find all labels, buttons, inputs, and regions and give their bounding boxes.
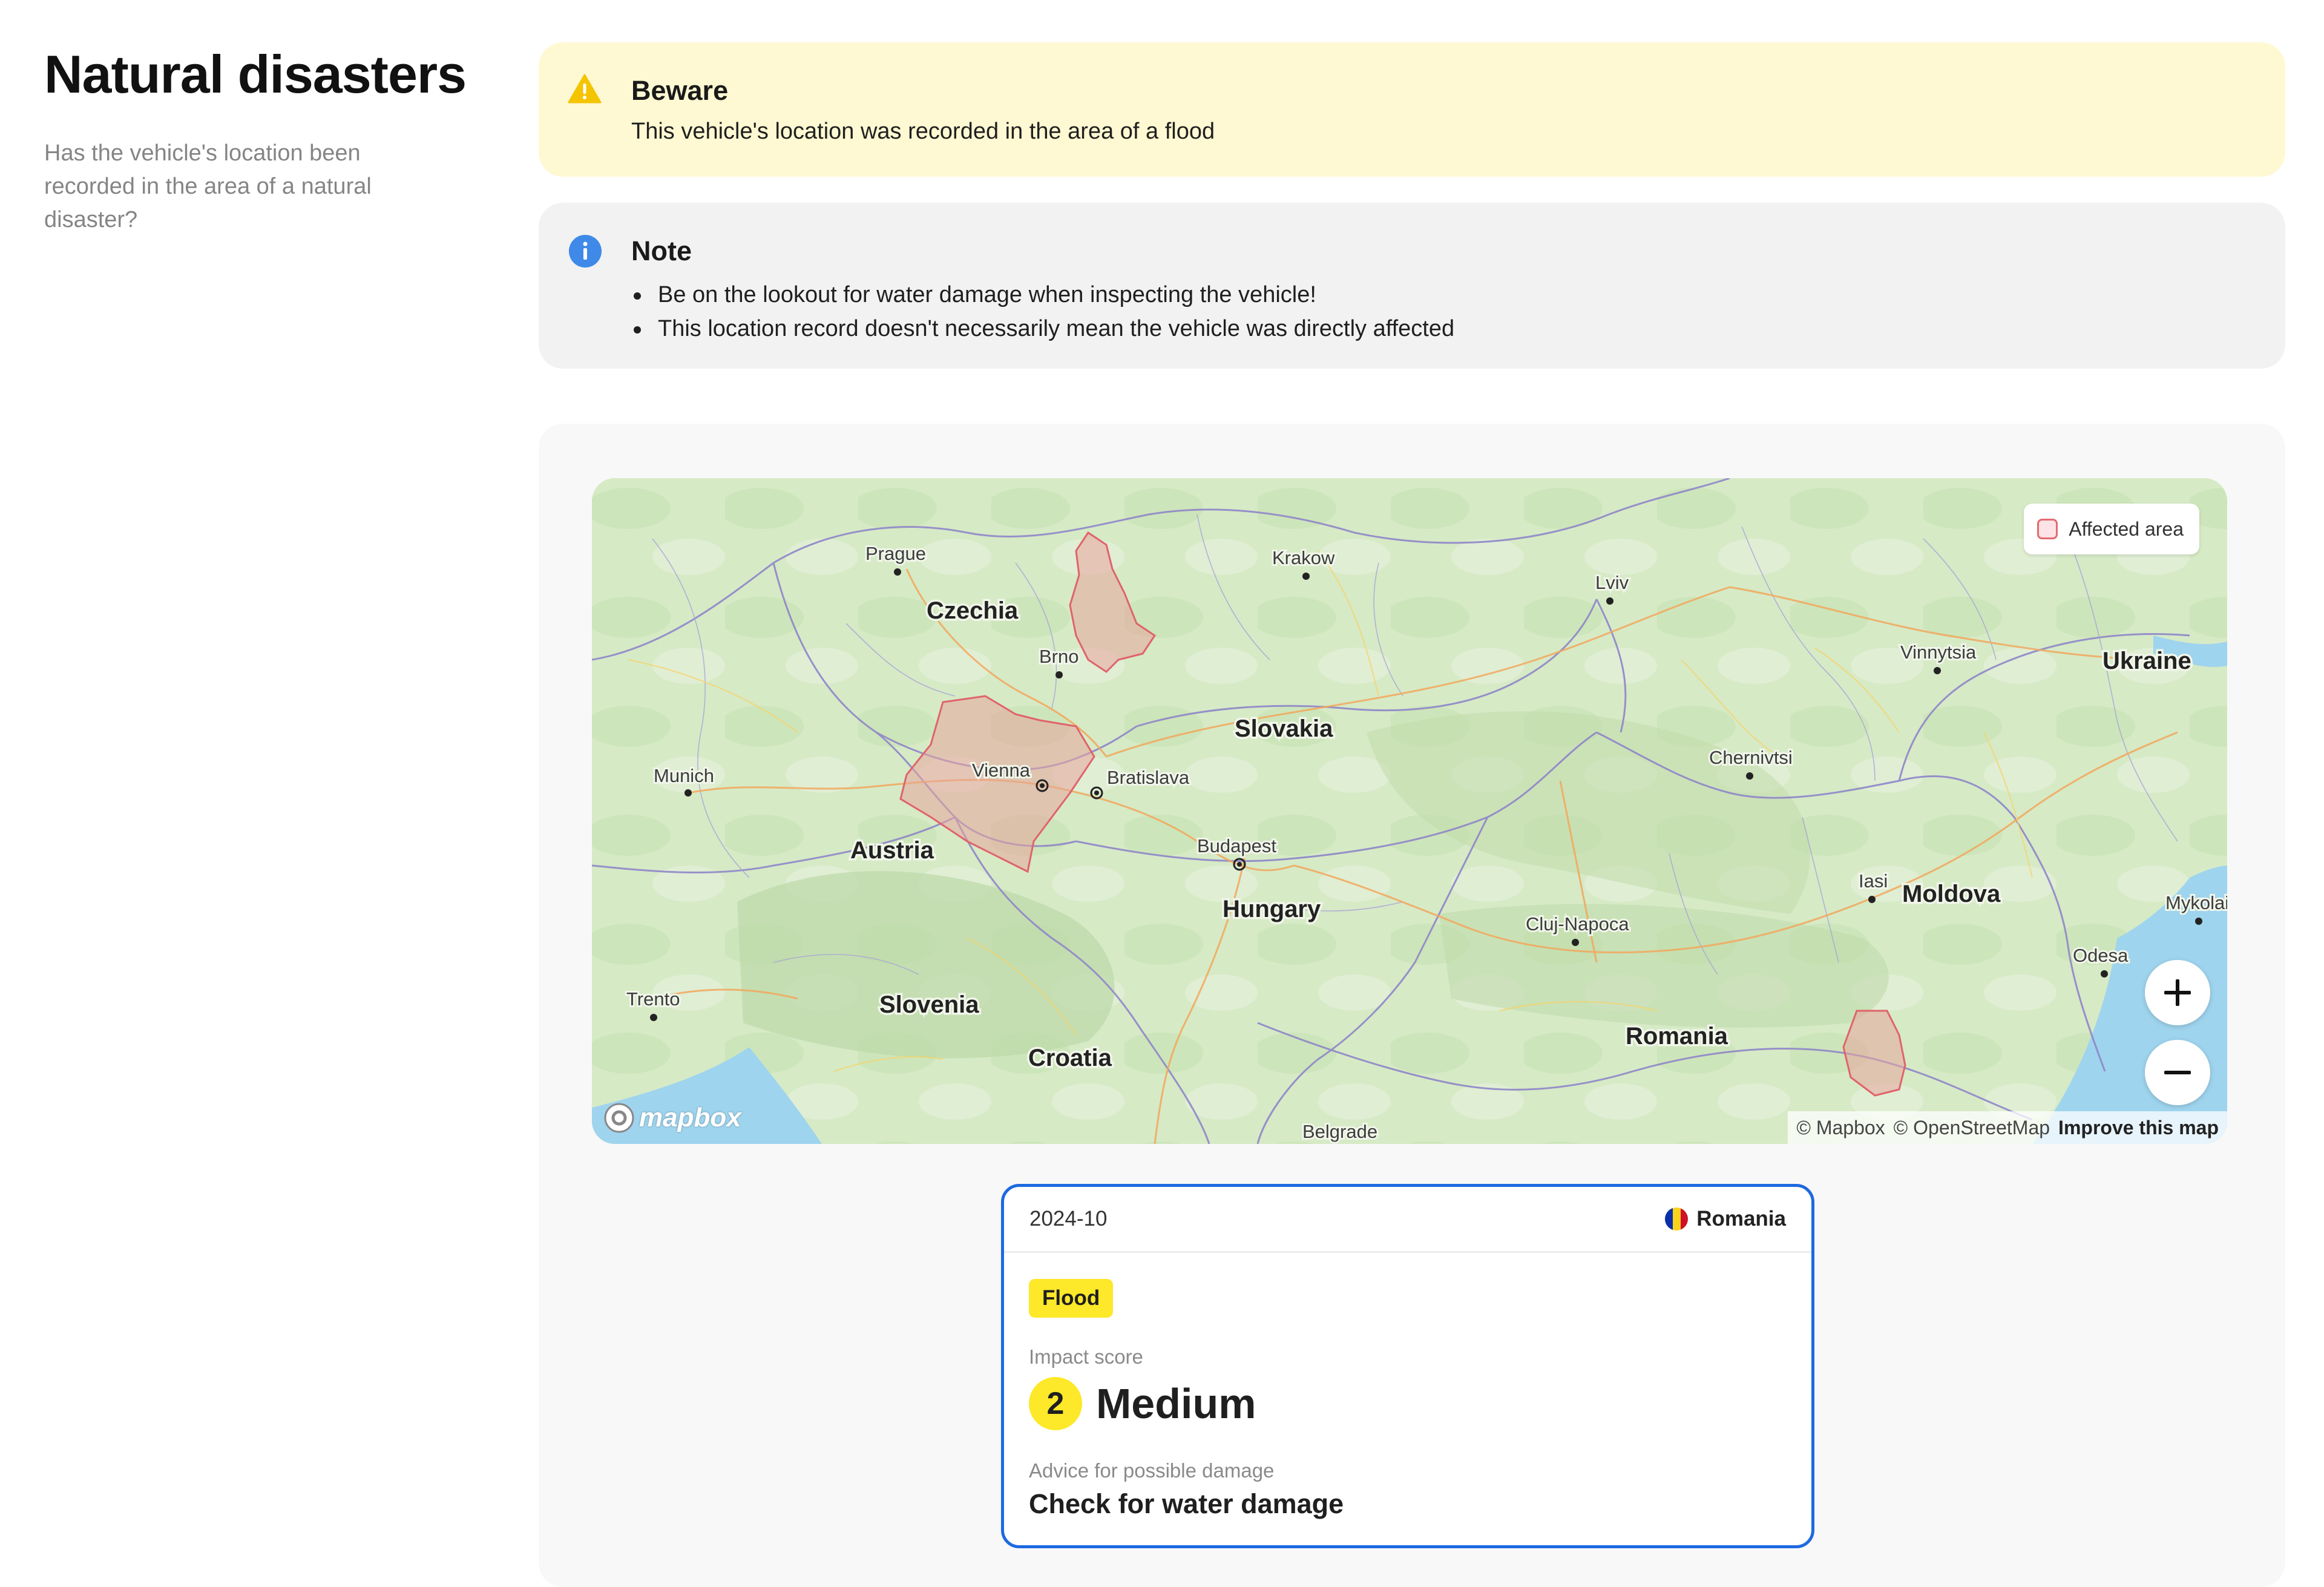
map-legend: Affected area: [2024, 504, 2199, 554]
city-label: Bratislava: [1107, 767, 1190, 788]
city-dot: [2101, 970, 2108, 978]
zoom-out-button[interactable]: [2145, 1040, 2210, 1105]
country-label: Hungary: [1223, 896, 1321, 922]
city-dot: [1094, 790, 1099, 795]
card-header: 2024-10 Romania: [1004, 1187, 1811, 1253]
info-icon: [568, 234, 602, 271]
note-title: Note: [631, 235, 692, 266]
city-label: Cluj-Napoca: [1526, 913, 1629, 935]
event-country: Romania: [1665, 1207, 1786, 1231]
romania-flag-icon: [1665, 1208, 1689, 1230]
city-label: Lviv: [1595, 572, 1629, 593]
country-label: Romania: [1626, 1023, 1728, 1050]
city-dot: [894, 568, 901, 576]
disaster-map[interactable]: Prague Krakow Lviv Brno Vinnytsia Vienna…: [592, 478, 2227, 1144]
country-label: Moldova: [1902, 881, 2001, 907]
country-label: Croatia: [1028, 1045, 1112, 1071]
city-label: Krakow: [1272, 547, 1335, 568]
country-label: Slovakia: [1235, 715, 1333, 742]
impact-score-label: Impact score: [1029, 1346, 1143, 1368]
disaster-event-card[interactable]: 2024-10 Romania Flood Impact score 2 Med…: [1001, 1184, 1814, 1548]
city-dot: [1746, 772, 1753, 780]
city-dot: [1237, 862, 1242, 867]
city-dot: [1934, 667, 1941, 674]
city-label: Mykolaiv: [2165, 892, 2227, 913]
city-label: Belgrade: [1302, 1121, 1377, 1142]
impact-score-value: 2: [1029, 1377, 1082, 1430]
minus-icon: [2164, 1071, 2191, 1074]
advice-label: Advice for possible damage: [1029, 1459, 1275, 1482]
city-dot: [1606, 597, 1613, 605]
city-label: Prague: [865, 543, 926, 564]
note-item: This location record doesn't necessarily…: [631, 312, 1454, 346]
plus-icon: [2164, 979, 2191, 1006]
city-dot: [684, 789, 692, 797]
country-name: Romania: [1696, 1207, 1786, 1230]
city-dot: [2195, 918, 2202, 925]
map-attribution: © Mapbox © OpenStreetMap Improve this ma…: [1788, 1111, 2227, 1144]
osm-attribution-link[interactable]: © OpenStreetMap: [1894, 1117, 2050, 1139]
city-label: Chernivtsi: [1709, 747, 1793, 768]
mapbox-logo[interactable]: mapbox: [603, 1102, 741, 1134]
note-item: Be on the lookout for water damage when …: [631, 278, 1454, 312]
city-label: Iasi: [1859, 870, 1888, 892]
city-label: Budapest: [1197, 835, 1276, 856]
improve-map-link[interactable]: Improve this map: [2058, 1117, 2219, 1139]
warning-icon: [568, 74, 602, 107]
beware-title: Beware: [631, 75, 729, 106]
map-canvas[interactable]: Prague Krakow Lviv Brno Vinnytsia Vienna…: [592, 478, 2227, 1144]
city-label: Munich: [654, 765, 714, 786]
city-dot: [1868, 896, 1876, 903]
section-description: Has the vehicle's location been recorded…: [44, 140, 372, 232]
city-label: Brno: [1039, 646, 1078, 667]
legend-label: Affected area: [2069, 518, 2184, 540]
mapbox-attribution-link[interactable]: © Mapbox: [1796, 1117, 1885, 1139]
country-label: Ukraine: [2102, 648, 2191, 674]
mapbox-wordmark: mapbox: [639, 1103, 741, 1132]
city-dot: [1055, 671, 1063, 678]
mapbox-icon: [604, 1103, 634, 1133]
advice-text: Check for water damage: [1029, 1488, 1344, 1519]
city-label: Odesa: [2073, 945, 2129, 966]
city-label: Vienna: [972, 760, 1031, 781]
note-panel: Note Be on the lookout for water damage …: [539, 203, 2285, 369]
beware-text: This vehicle's location was recorded in …: [631, 119, 1215, 144]
section-title: Natural disasters: [44, 44, 467, 104]
impact-score-text: Medium: [1096, 1380, 1256, 1427]
affected-area-swatch: [2037, 519, 2058, 539]
note-list: Be on the lookout for water damage when …: [631, 278, 1454, 346]
city-label: Vinnytsia: [1900, 642, 1977, 663]
event-date: 2024-10: [1029, 1207, 1108, 1230]
city-dot: [1572, 939, 1579, 946]
city-dot: [650, 1014, 657, 1021]
country-label: Slovenia: [879, 991, 979, 1018]
zoom-in-button[interactable]: [2145, 960, 2210, 1025]
city-dot: [1040, 783, 1045, 788]
beware-alert: Beware This vehicle's location was recor…: [539, 42, 2285, 177]
disaster-type-badge: Flood: [1029, 1279, 1114, 1318]
city-dot: [1302, 573, 1310, 580]
city-label: Trento: [626, 988, 680, 1010]
country-label: Czechia: [927, 597, 1019, 624]
country-label: Austria: [850, 837, 934, 864]
